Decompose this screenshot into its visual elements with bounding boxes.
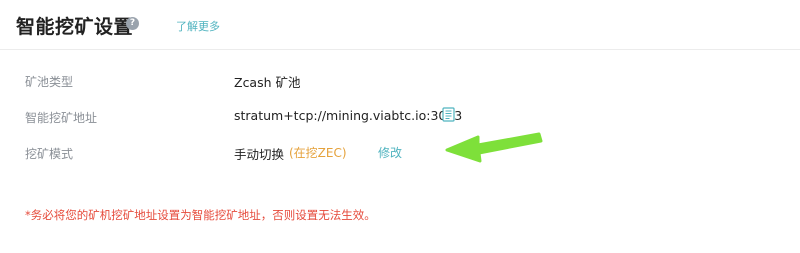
edit-mode-link[interactable]: 修改 (378, 144, 402, 161)
mining-address-value: stratum+tcp://mining.viabtc.io:3003 (234, 108, 463, 123)
warning-message: *务必将您的矿机挖矿地址设置为智能挖矿地址，否则设置无法生效。 (25, 208, 376, 222)
copy-icon[interactable] (442, 107, 455, 122)
pool-type-label: 矿池类型 (25, 75, 74, 89)
pool-type-value: Zcash 矿池 (234, 75, 301, 90)
mining-mode-value: 手动切换 (234, 147, 285, 162)
mining-status: (在挖ZEC) (289, 146, 347, 160)
help-icon[interactable]: ? (126, 17, 139, 30)
pool-type-row: 矿池类型 Zcash 矿池 (0, 70, 800, 92)
smart-mining-settings-page: 智能挖矿设置 ? 了解更多 矿池类型 Zcash 矿池 智能挖矿地址 strat… (0, 0, 800, 253)
mining-mode-label: 挖矿模式 (25, 147, 74, 161)
mining-address-row: 智能挖矿地址 stratum+tcp://mining.viabtc.io:30… (0, 106, 800, 128)
page-header: 智能挖矿设置 ? 了解更多 (0, 0, 800, 50)
page-title: 智能挖矿设置 (16, 16, 134, 38)
mining-mode-row: 挖矿模式 手动切换 (在挖ZEC) 修改 (0, 142, 800, 164)
green-arrow-annotation (445, 132, 543, 163)
mining-address-label: 智能挖矿地址 (25, 111, 98, 125)
learn-more-link[interactable]: 了解更多 (176, 18, 220, 34)
